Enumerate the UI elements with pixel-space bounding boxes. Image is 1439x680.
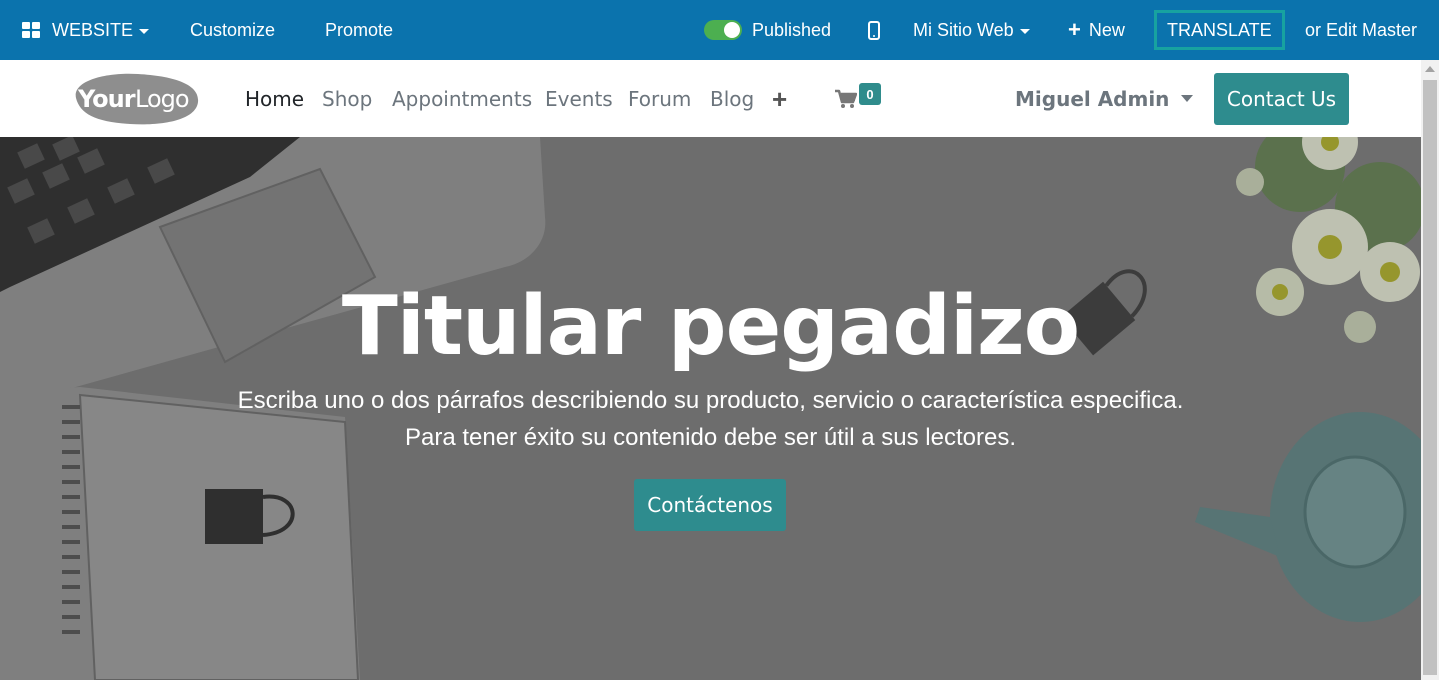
site-logo[interactable]: Your Logo xyxy=(68,70,200,126)
nav-link-forum[interactable]: Forum xyxy=(628,60,691,137)
plus-icon: + xyxy=(1068,17,1081,42)
shopping-cart-icon[interactable] xyxy=(835,89,857,109)
toggle-switch-icon xyxy=(704,20,742,40)
scrollbar-thumb[interactable] xyxy=(1423,80,1437,675)
hero-paragraph-line2: Para tener éxito su contenido debe ser ú… xyxy=(404,424,1016,451)
cart-count-badge: 0 xyxy=(859,83,881,105)
hero-section: Titular pegadizo Escriba uno o dos párra… xyxy=(0,137,1421,680)
translate-button[interactable]: TRANSLATE xyxy=(1154,0,1285,60)
hero-title: Titular pegadizo xyxy=(341,279,1080,374)
new-content-button[interactable]: + New xyxy=(1068,0,1125,60)
site-selector-label: Mi Sitio Web xyxy=(913,19,1014,40)
admin-bar: WEBSITE Customize Promote Published Mi S… xyxy=(0,0,1439,60)
nav-link-events[interactable]: Events xyxy=(545,60,613,137)
mobile-preview-button[interactable] xyxy=(868,0,880,60)
hero-contact-button[interactable]: Contáctenos xyxy=(634,479,786,531)
nav-link-home[interactable]: Home xyxy=(245,60,304,137)
website-menu-button[interactable]: WEBSITE xyxy=(22,0,150,60)
contact-us-button[interactable]: Contact Us xyxy=(1214,73,1349,125)
edit-master-link[interactable]: or Edit Master xyxy=(1305,0,1417,60)
mobile-phone-icon xyxy=(868,20,880,40)
logo-text-logo: Logo xyxy=(135,85,189,113)
nav-link-blog[interactable]: Blog xyxy=(710,60,754,137)
nav-link-appointments[interactable]: Appointments xyxy=(392,60,532,137)
chevron-down-icon xyxy=(1181,95,1194,102)
scroll-up-arrow-icon[interactable] xyxy=(1425,66,1435,72)
hero-paragraph-line1: Escriba uno o dos párrafos describiendo … xyxy=(237,387,1184,414)
nav-link-shop[interactable]: Shop xyxy=(322,60,372,137)
apps-grid-icon xyxy=(22,22,40,38)
user-menu-dropdown[interactable]: Miguel Admin xyxy=(1015,60,1194,137)
add-menu-item-icon[interactable]: + xyxy=(772,86,787,112)
user-name: Miguel Admin xyxy=(1015,86,1170,111)
site-navbar: Your Logo Home Shop Appointments Events … xyxy=(0,60,1421,137)
website-menu-label: WEBSITE xyxy=(52,19,134,40)
translate-label: TRANSLATE xyxy=(1154,10,1285,50)
logo-text-your: Your xyxy=(77,85,136,113)
chevron-down-icon xyxy=(139,28,150,34)
page-scrollbar[interactable] xyxy=(1421,60,1439,680)
customize-menu[interactable]: Customize xyxy=(190,0,275,60)
published-toggle[interactable]: Published xyxy=(704,0,831,60)
site-selector-dropdown[interactable]: Mi Sitio Web xyxy=(913,0,1030,60)
chevron-down-icon xyxy=(1019,28,1030,34)
promote-menu[interactable]: Promote xyxy=(325,0,393,60)
published-label: Published xyxy=(752,19,832,40)
new-label: New xyxy=(1088,19,1125,40)
